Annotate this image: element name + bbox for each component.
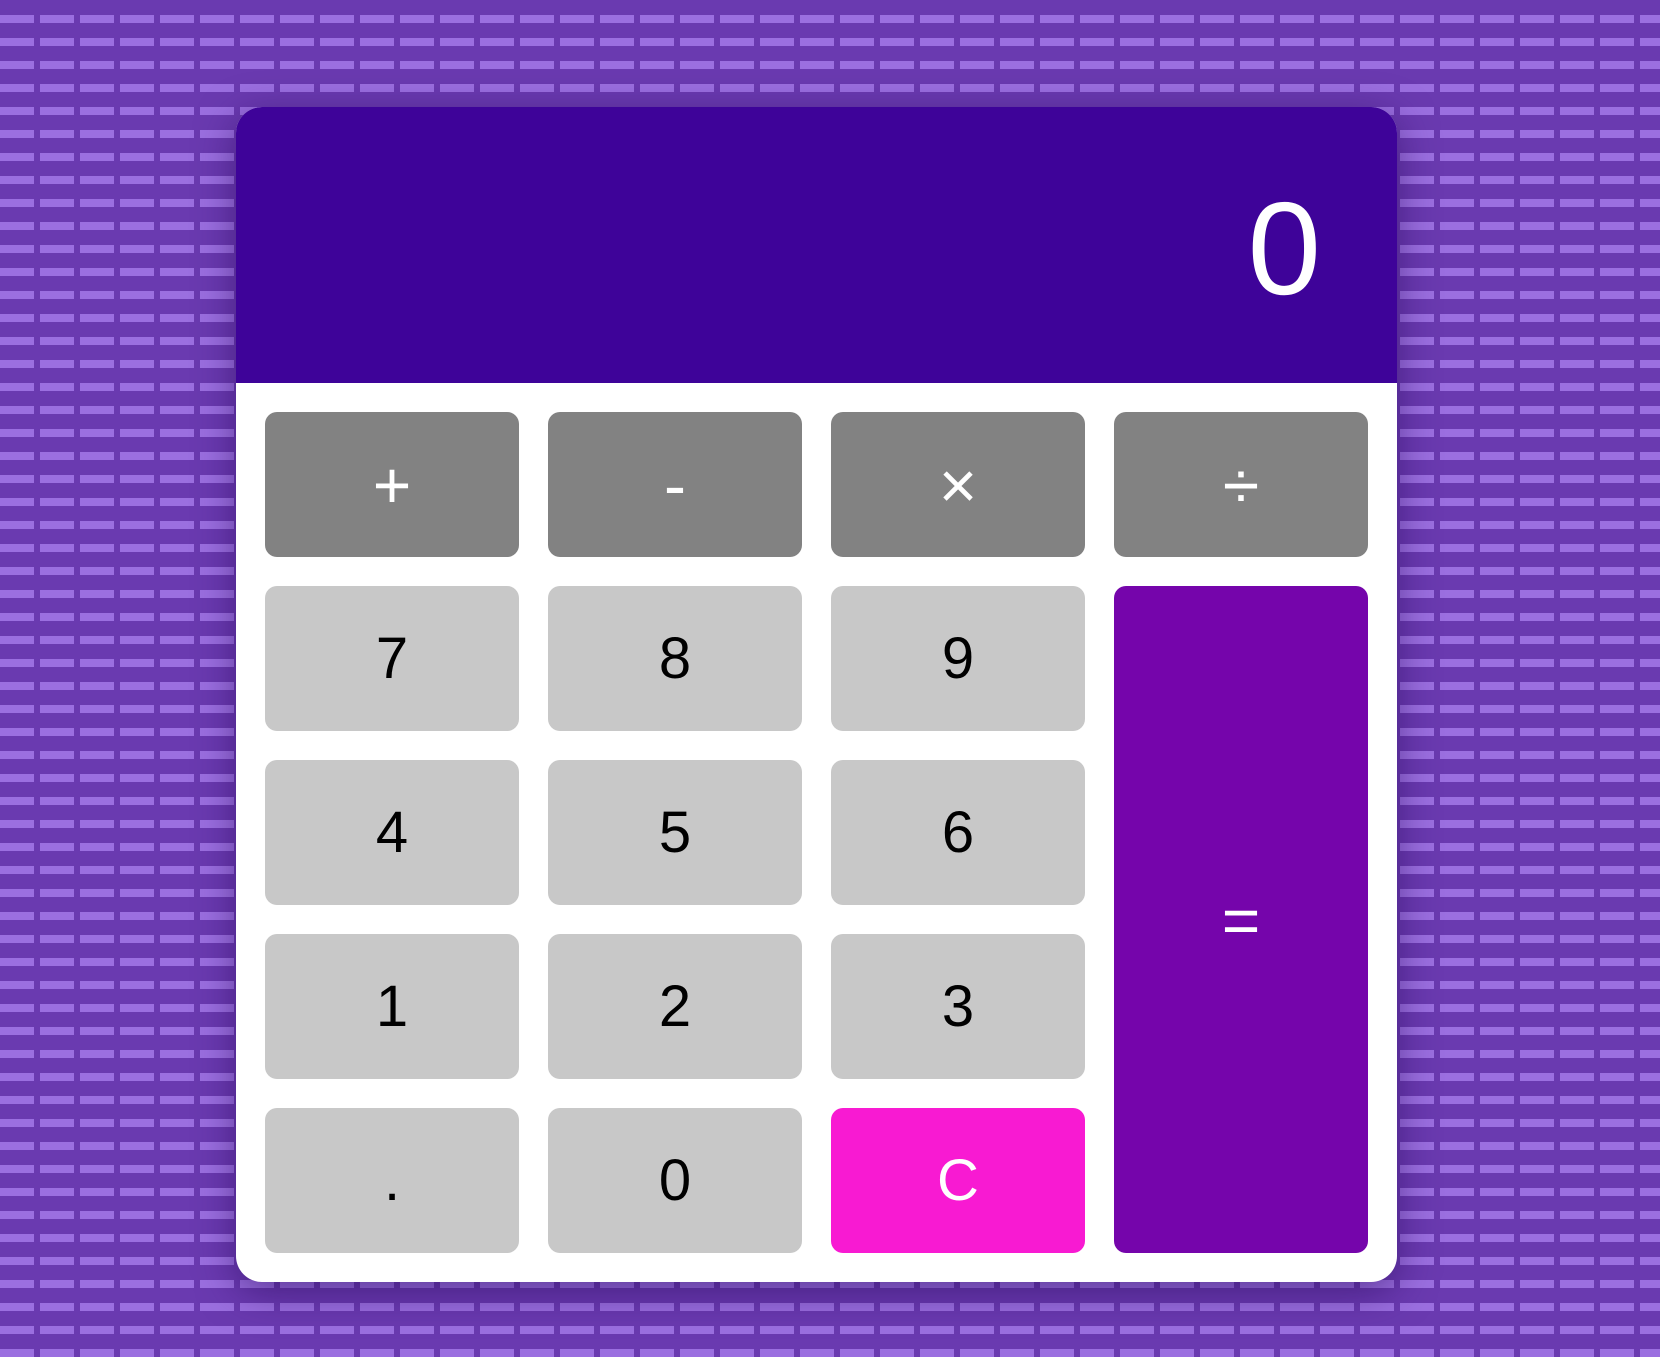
digit-1-button[interactable]: 1	[265, 934, 519, 1079]
display-value: 0	[1247, 175, 1321, 322]
digit-3-button[interactable]: 3	[831, 934, 1085, 1079]
digit-6-button[interactable]: 6	[831, 760, 1085, 905]
digit-2-button[interactable]: 2	[548, 934, 802, 1079]
digit-7-button[interactable]: 7	[265, 586, 519, 731]
equals-button[interactable]: =	[1114, 586, 1368, 1253]
subtract-button[interactable]: -	[548, 412, 802, 557]
clear-button[interactable]: C	[831, 1108, 1085, 1253]
calculator: 0 + - × ÷ 7 8 9 = 4 5 6 1 2 3 . 0 C	[236, 107, 1397, 1282]
divide-button[interactable]: ÷	[1114, 412, 1368, 557]
digit-5-button[interactable]: 5	[548, 760, 802, 905]
add-button[interactable]: +	[265, 412, 519, 557]
digit-4-button[interactable]: 4	[265, 760, 519, 905]
digit-9-button[interactable]: 9	[831, 586, 1085, 731]
digit-0-button[interactable]: 0	[548, 1108, 802, 1253]
keypad: + - × ÷ 7 8 9 = 4 5 6 1 2 3 . 0 C	[265, 412, 1368, 1253]
decimal-button[interactable]: .	[265, 1108, 519, 1253]
digit-8-button[interactable]: 8	[548, 586, 802, 731]
multiply-button[interactable]: ×	[831, 412, 1085, 557]
display: 0	[236, 107, 1397, 383]
